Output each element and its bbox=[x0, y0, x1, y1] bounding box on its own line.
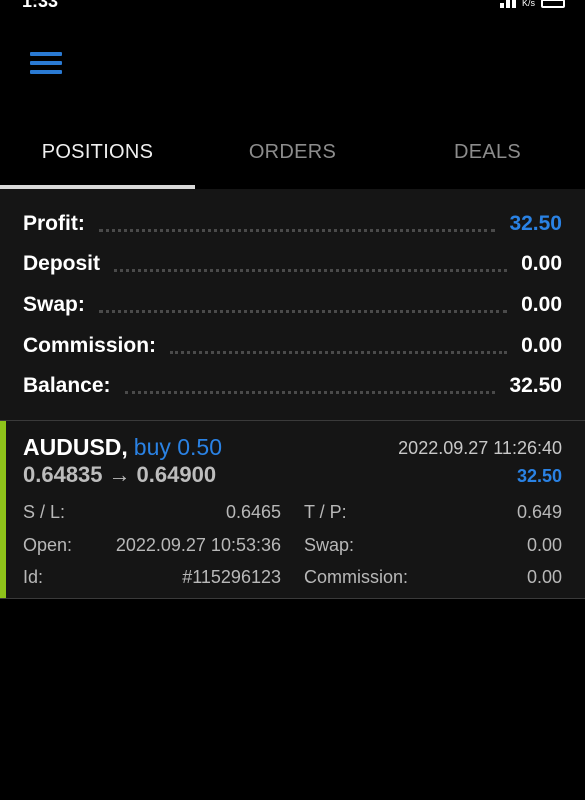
dotted-leader bbox=[114, 268, 508, 272]
id-value: #115296123 bbox=[182, 567, 281, 587]
open-value: 2022.09.27 10:53:36 bbox=[115, 535, 281, 555]
commission-detail-label: Commission: bbox=[304, 567, 409, 587]
position-title: AUDUSD, buy 0.50 bbox=[23, 434, 222, 461]
id-label: Id: bbox=[23, 567, 44, 587]
swap-detail-label: Swap: bbox=[304, 535, 355, 555]
buy-indicator-bar bbox=[0, 421, 6, 598]
account-summary: Profit: 32.50 Deposit 0.00 Swap: 0.00 Co… bbox=[0, 189, 585, 420]
current-price: 0.64900 bbox=[136, 462, 217, 487]
network-speed: K/s bbox=[521, 0, 535, 8]
dotted-leader bbox=[124, 390, 496, 394]
tp-value: 0.649 bbox=[516, 502, 562, 522]
commission-detail-value: 0.00 bbox=[526, 567, 562, 587]
tab-deals[interactable]: DEALS bbox=[390, 125, 585, 189]
swap-value: 0.00 bbox=[521, 293, 562, 316]
dotted-leader bbox=[170, 350, 508, 354]
status-time: 1:33 bbox=[22, 0, 59, 11]
summary-row-commission: Commission: 0.00 bbox=[23, 326, 562, 366]
summary-row-profit: Profit: 32.50 bbox=[23, 204, 562, 244]
sl-value: 0.6465 bbox=[225, 502, 281, 522]
deposit-value: 0.00 bbox=[521, 252, 562, 275]
position-card[interactable]: AUDUSD, buy 0.50 2022.09.27 11:26:40 0.64… bbox=[0, 421, 585, 599]
tp-label: T / P: bbox=[304, 502, 347, 522]
sl-label: S / L: bbox=[23, 502, 66, 522]
position-side: buy 0.50 bbox=[133, 434, 223, 460]
hamburger-menu-icon[interactable] bbox=[30, 52, 62, 78]
swap-label: Swap: bbox=[23, 293, 85, 316]
position-symbol: AUDUSD bbox=[23, 434, 122, 460]
open-label: Open: bbox=[23, 535, 73, 555]
status-bar: 1:33 K/s bbox=[0, 0, 585, 12]
summary-row-deposit: Deposit 0.00 bbox=[23, 244, 562, 284]
open-price: 0.64835 bbox=[23, 462, 103, 487]
balance-value: 32.50 bbox=[509, 374, 562, 397]
profit-value: 32.50 bbox=[509, 212, 562, 235]
signal-icon bbox=[499, 0, 516, 8]
dotted-leader bbox=[98, 228, 496, 232]
position-profit: 32.50 bbox=[516, 466, 562, 486]
price-line: 0.64835 → 0.64900 bbox=[23, 462, 216, 488]
battery-icon bbox=[541, 0, 565, 8]
arrow-icon: → bbox=[108, 462, 131, 487]
status-icons: K/s bbox=[499, 0, 565, 8]
position-time: 2022.09.27 11:26:40 bbox=[398, 438, 562, 458]
title-separator: , bbox=[121, 434, 128, 460]
commission-value: 0.00 bbox=[521, 334, 562, 357]
profit-label: Profit: bbox=[23, 212, 85, 235]
deposit-label: Deposit bbox=[23, 252, 101, 275]
commission-label: Commission: bbox=[23, 334, 157, 357]
balance-label: Balance: bbox=[23, 374, 111, 397]
tab-orders[interactable]: ORDERS bbox=[195, 125, 390, 189]
tab-bar: POSITIONS ORDERS DEALS bbox=[0, 125, 585, 189]
summary-row-swap: Swap: 0.00 bbox=[23, 285, 562, 325]
tab-positions[interactable]: POSITIONS bbox=[0, 125, 195, 189]
summary-row-balance: Balance: 32.50 bbox=[23, 366, 562, 406]
swap-detail-value: 0.00 bbox=[526, 535, 562, 555]
dotted-leader bbox=[98, 309, 508, 313]
